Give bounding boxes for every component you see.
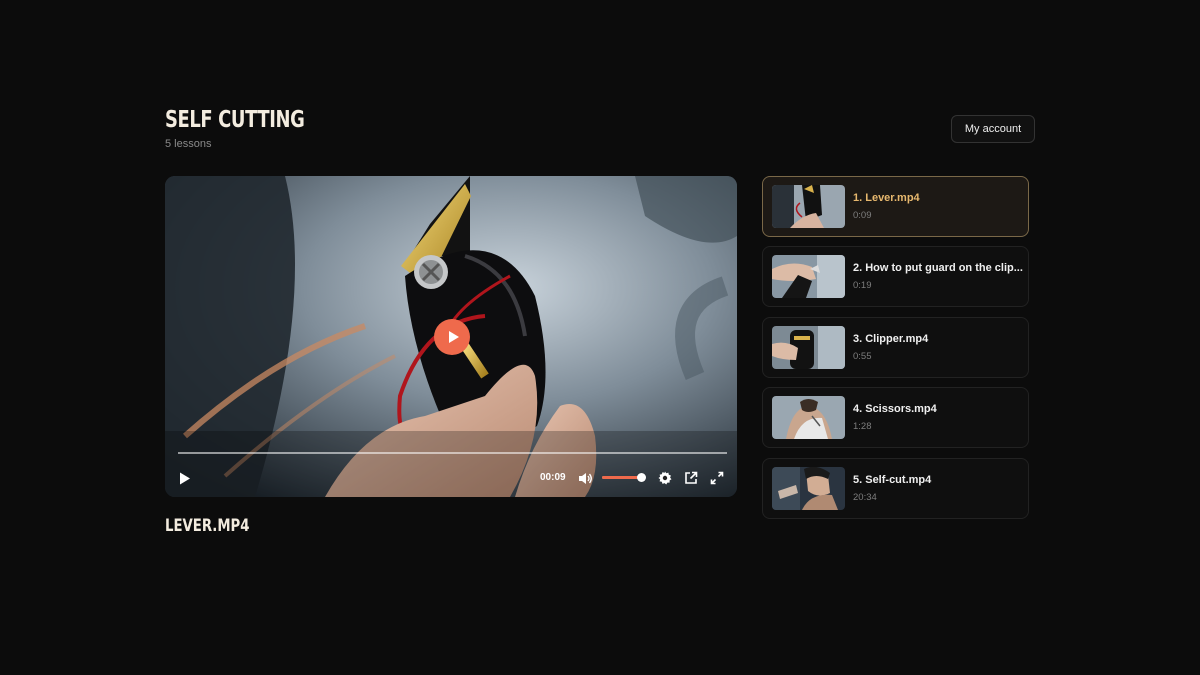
lesson-duration: 1:28 (853, 421, 872, 432)
lesson-duration: 20:34 (853, 492, 877, 503)
progress-bar[interactable] (178, 452, 727, 454)
volume-slider[interactable] (602, 473, 646, 482)
lesson-thumbnail (772, 326, 845, 369)
volume-fill (602, 476, 641, 479)
lesson-item[interactable]: 3. Clipper.mp4 0:55 (762, 317, 1029, 378)
lesson-title: 4. Scissors.mp4 (853, 403, 937, 415)
volume-knob[interactable] (636, 473, 646, 482)
play-icon (448, 331, 459, 343)
open-external-button[interactable] (682, 469, 700, 487)
my-account-button[interactable]: My account (951, 115, 1035, 143)
lesson-thumbnail (772, 396, 845, 439)
volume-icon (578, 472, 592, 484)
current-time: 00:09 (540, 472, 566, 483)
play-overlay-button[interactable] (434, 319, 470, 355)
lesson-item[interactable]: 5. Self-cut.mp4 20:34 (762, 458, 1029, 519)
settings-button[interactable] (656, 469, 674, 487)
fullscreen-button[interactable] (708, 469, 726, 487)
settings-icon (658, 471, 672, 485)
lesson-duration: 0:09 (853, 210, 872, 221)
lesson-thumbnail (772, 185, 845, 228)
lesson-title: 3. Clipper.mp4 (853, 333, 929, 345)
course-title: SELF CUTTING (165, 107, 305, 133)
volume-button[interactable] (576, 469, 594, 487)
fullscreen-icon (710, 471, 724, 485)
lesson-title: 1. Lever.mp4 (853, 192, 920, 204)
lesson-count: 5 lessons (165, 138, 212, 150)
play-button[interactable] (176, 469, 194, 487)
lesson-title: 5. Self-cut.mp4 (853, 474, 932, 486)
lesson-item[interactable]: 4. Scissors.mp4 1:28 (762, 387, 1029, 448)
lesson-thumbnail (772, 255, 845, 298)
external-link-icon (685, 471, 698, 484)
lesson-title: 2. How to put guard on the clip... (853, 262, 1023, 274)
now-playing-title: LEVER.MP4 (165, 516, 250, 536)
lesson-duration: 0:19 (853, 280, 872, 291)
lesson-item[interactable]: 1. Lever.mp4 0:09 (762, 176, 1029, 237)
play-icon (180, 472, 190, 484)
lesson-thumbnail (772, 467, 845, 510)
lesson-duration: 0:55 (853, 351, 872, 362)
lesson-item[interactable]: 2. How to put guard on the clip... 0:19 (762, 246, 1029, 307)
